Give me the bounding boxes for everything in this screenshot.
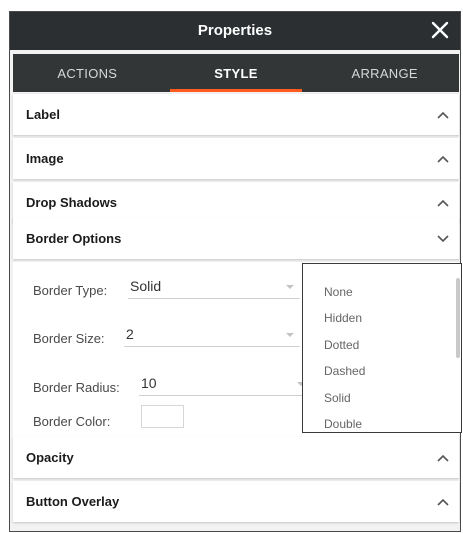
border-size-value: 2 (126, 326, 134, 342)
section-image-title: Image (26, 151, 64, 166)
caret-down-icon (286, 333, 294, 337)
tab-arrange[interactable]: ARRANGE (310, 54, 459, 92)
chevron-down-icon (433, 229, 453, 249)
tab-style[interactable]: STYLE (162, 54, 311, 92)
chevron-up-icon (433, 149, 453, 169)
chevron-up-icon (433, 193, 453, 213)
tab-bar: ACTIONS STYLE ARRANGE (13, 54, 459, 92)
chevron-up-icon (433, 448, 453, 468)
close-icon (431, 21, 449, 39)
section-button-overlay[interactable]: Button Overlay (13, 481, 459, 522)
dropdown-scrollbar[interactable] (456, 278, 460, 358)
chevron-up-icon (433, 492, 453, 512)
section-label-title: Label (26, 107, 60, 122)
title-bar: Properties (10, 12, 460, 50)
dropdown-option-dotted[interactable]: Dotted (324, 338, 359, 352)
section-opacity[interactable]: Opacity (13, 437, 459, 478)
chevron-up-icon (433, 105, 453, 125)
border-type-value: Solid (130, 278, 162, 294)
section-border-options-title: Border Options (26, 231, 122, 246)
border-type-label: Border Type: (33, 283, 108, 298)
border-color-swatch[interactable] (141, 405, 184, 428)
dropdown-option-hidden[interactable]: Hidden (324, 311, 362, 325)
section-image[interactable]: Image (13, 138, 459, 179)
border-type-select[interactable]: Solid (128, 275, 300, 299)
section-opacity-title: Opacity (26, 450, 74, 465)
border-radius-label: Border Radius: (33, 380, 120, 395)
caret-down-icon (286, 285, 294, 289)
panel-title: Properties (197, 22, 273, 39)
section-border-options[interactable]: Border Options (13, 218, 459, 259)
section-drop-shadows[interactable]: Drop Shadows (13, 182, 459, 223)
border-radius-select[interactable]: 10 (139, 372, 311, 396)
dropdown-option-double[interactable]: Double (324, 417, 362, 431)
tab-actions[interactable]: ACTIONS (13, 54, 162, 92)
dropdown-option-solid[interactable]: Solid (324, 391, 351, 405)
section-drop-shadows-title: Drop Shadows (26, 195, 118, 210)
close-button[interactable] (426, 15, 454, 45)
section-button-overlay-title: Button Overlay (26, 494, 120, 509)
border-radius-value: 10 (141, 375, 157, 391)
dropdown-option-none[interactable]: None (324, 285, 353, 299)
border-color-label: Border Color: (33, 414, 111, 429)
border-size-select[interactable]: 2 (124, 323, 300, 347)
section-label[interactable]: Label (13, 94, 459, 135)
dropdown-option-dashed[interactable]: Dashed (324, 364, 365, 378)
border-size-label: Border Size: (33, 331, 105, 346)
border-type-dropdown: None Hidden Dotted Dashed Solid Double (302, 263, 462, 433)
